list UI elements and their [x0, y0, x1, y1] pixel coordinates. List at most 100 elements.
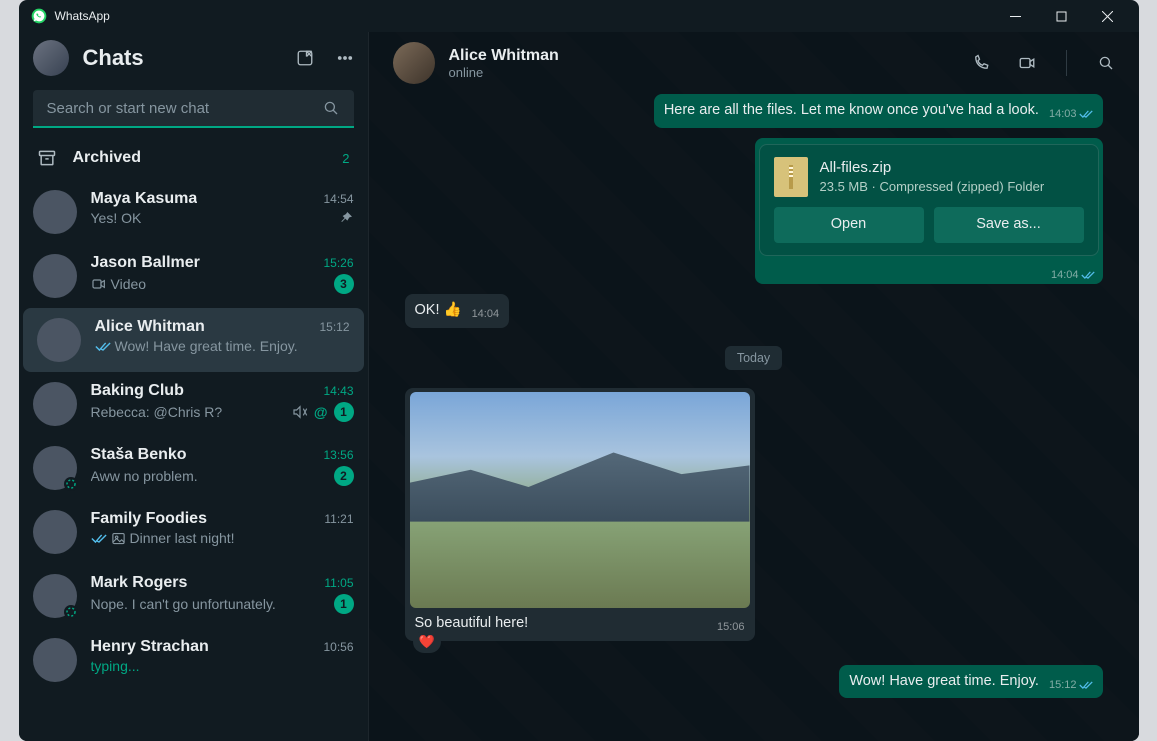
window-close-button[interactable]: [1085, 0, 1131, 32]
chat-name: Baking Club: [91, 382, 184, 400]
chat-preview: Dinner last night!: [91, 530, 235, 546]
chat-row[interactable]: Maya Kasuma 14:54 Yes! OK: [19, 180, 368, 244]
chat-row[interactable]: Mark Rogers 11:05 Nope. I can't go unfortu…: [19, 564, 368, 628]
read-receipt-icon: [91, 533, 107, 544]
image-icon: [111, 531, 126, 546]
zip-file-icon: [774, 157, 808, 197]
titlebar: WhatsApp: [19, 0, 1139, 32]
chat-time: 14:54: [323, 192, 353, 206]
file-attachment: All-files.zip 23.5 MB · Compressed (zipp…: [759, 144, 1099, 256]
sidebar: Chats Archived 2 Maya Kasuma 14:54 Yes! OK…: [19, 32, 369, 741]
read-receipt-icon: [1081, 270, 1095, 280]
unread-badge: 3: [334, 274, 354, 294]
app-window: WhatsApp Chats Arc: [19, 0, 1139, 741]
chat-time: 11:05: [324, 576, 353, 590]
chat-preview: Rebecca: @Chris R?: [91, 404, 223, 420]
search-input[interactable]: [47, 100, 312, 117]
chat-name: Family Foodies: [91, 510, 207, 528]
chat-row[interactable]: Henry Strachan 10:56 typing...: [19, 628, 368, 692]
muted-icon: [292, 404, 308, 420]
unread-badge: 1: [334, 594, 354, 614]
mention-badge: @: [314, 404, 328, 420]
message-list: Here are all the files. Let me know once…: [369, 94, 1139, 741]
archived-label: Archived: [73, 149, 327, 167]
message-out[interactable]: Wow! Have great time. Enjoy. 15:12: [839, 665, 1102, 699]
message-text: Here are all the files. Let me know once…: [664, 102, 1039, 118]
archived-row[interactable]: Archived 2: [19, 136, 368, 180]
pin-icon: [338, 210, 354, 226]
chat-preview: Wow! Have great time. Enjoy.: [95, 338, 298, 354]
chat-row[interactable]: Family Foodies 11:21 Dinner last night!: [19, 500, 368, 564]
read-receipt-icon: [95, 341, 111, 352]
archive-icon: [37, 148, 57, 168]
chat-avatar: [37, 318, 81, 362]
message-out[interactable]: Here are all the files. Let me know once…: [654, 94, 1103, 128]
chat-avatar: [33, 190, 77, 234]
message-text: OK! 👍: [415, 302, 462, 318]
contact-avatar[interactable]: [393, 42, 435, 84]
chat-name: Staša Benko: [91, 446, 187, 464]
chat-preview: Nope. I can't go unfortunately.: [91, 596, 276, 612]
chat-preview: Aww no problem.: [91, 468, 198, 484]
chat-row[interactable]: Alice Whitman15:12 Wow! Have great time.…: [23, 308, 364, 372]
chat-time: 15:26: [323, 256, 353, 270]
chat-time: 10:56: [323, 640, 353, 654]
chat-header[interactable]: Alice Whitman online: [369, 32, 1139, 94]
contact-name: Alice Whitman: [449, 47, 559, 65]
file-open-button[interactable]: Open: [774, 207, 924, 243]
sidebar-title: Chats: [83, 45, 282, 71]
window-minimize-button[interactable]: [993, 0, 1039, 32]
chat-row[interactable]: Jason Ballmer 15:26 Video 3: [19, 244, 368, 308]
window-maximize-button[interactable]: [1039, 0, 1085, 32]
video-call-icon[interactable]: [1018, 54, 1036, 72]
search-icon: [322, 99, 340, 117]
more-icon[interactable]: [336, 49, 354, 67]
message-image-in[interactable]: So beautiful here! 15:06 ❤️: [405, 388, 755, 641]
chat-name: Alice Whitman: [95, 318, 205, 336]
chat-pane: Alice Whitman online Here are all the fi…: [369, 32, 1139, 741]
whatsapp-logo-icon: [31, 8, 47, 24]
chat-avatar: [33, 254, 77, 298]
status-ring-icon: [64, 477, 78, 491]
app-title: WhatsApp: [55, 9, 110, 23]
chat-preview: Yes! OK: [91, 210, 142, 226]
voice-call-icon[interactable]: [972, 54, 990, 72]
unread-badge: 1: [334, 402, 354, 422]
chat-name: Mark Rogers: [91, 574, 188, 592]
file-saveas-button[interactable]: Save as...: [934, 207, 1084, 243]
chat-name: Henry Strachan: [91, 638, 209, 656]
message-in[interactable]: OK! 👍 14:04: [405, 294, 510, 328]
message-text: Wow! Have great time. Enjoy.: [849, 673, 1039, 689]
my-avatar[interactable]: [33, 40, 69, 76]
day-separator: Today: [725, 346, 782, 370]
image-attachment[interactable]: [410, 392, 750, 608]
status-ring-icon: [64, 605, 78, 619]
chat-time: 13:56: [323, 448, 353, 462]
search-in-chat-icon[interactable]: [1097, 54, 1115, 72]
new-chat-icon[interactable]: [296, 49, 314, 67]
chat-row[interactable]: Staša Benko 13:56 Aww no problem. 2: [19, 436, 368, 500]
read-receipt-icon: [1079, 109, 1093, 119]
chat-avatar: [33, 382, 77, 426]
archived-count: 2: [342, 151, 349, 166]
read-receipt-icon: [1079, 680, 1093, 690]
video-icon: [91, 276, 107, 292]
chat-time: 14:43: [323, 384, 353, 398]
message-text: So beautiful here!: [415, 615, 529, 631]
unread-badge: 2: [334, 466, 354, 486]
chat-avatar: [33, 510, 77, 554]
chat-preview: typing...: [91, 658, 140, 674]
file-name: All-files.zip: [820, 158, 1045, 178]
search-box[interactable]: [33, 90, 354, 128]
chat-avatar: [33, 638, 77, 682]
chat-name: Maya Kasuma: [91, 190, 198, 208]
file-meta: 23.5 MB · Compressed (zipped) Folder: [820, 178, 1045, 196]
reaction-badge[interactable]: ❤️: [413, 631, 441, 653]
chat-name: Jason Ballmer: [91, 254, 200, 272]
chat-preview: Video: [91, 276, 147, 292]
chat-time: 11:21: [324, 512, 353, 526]
chat-row[interactable]: Baking Club 14:43 Rebecca: @Chris R? @1: [19, 372, 368, 436]
contact-status: online: [449, 65, 559, 80]
message-file-out[interactable]: All-files.zip 23.5 MB · Compressed (zipp…: [755, 138, 1103, 285]
chat-list: Maya Kasuma 14:54 Yes! OK Jason Ballmer 15:2…: [19, 180, 368, 741]
